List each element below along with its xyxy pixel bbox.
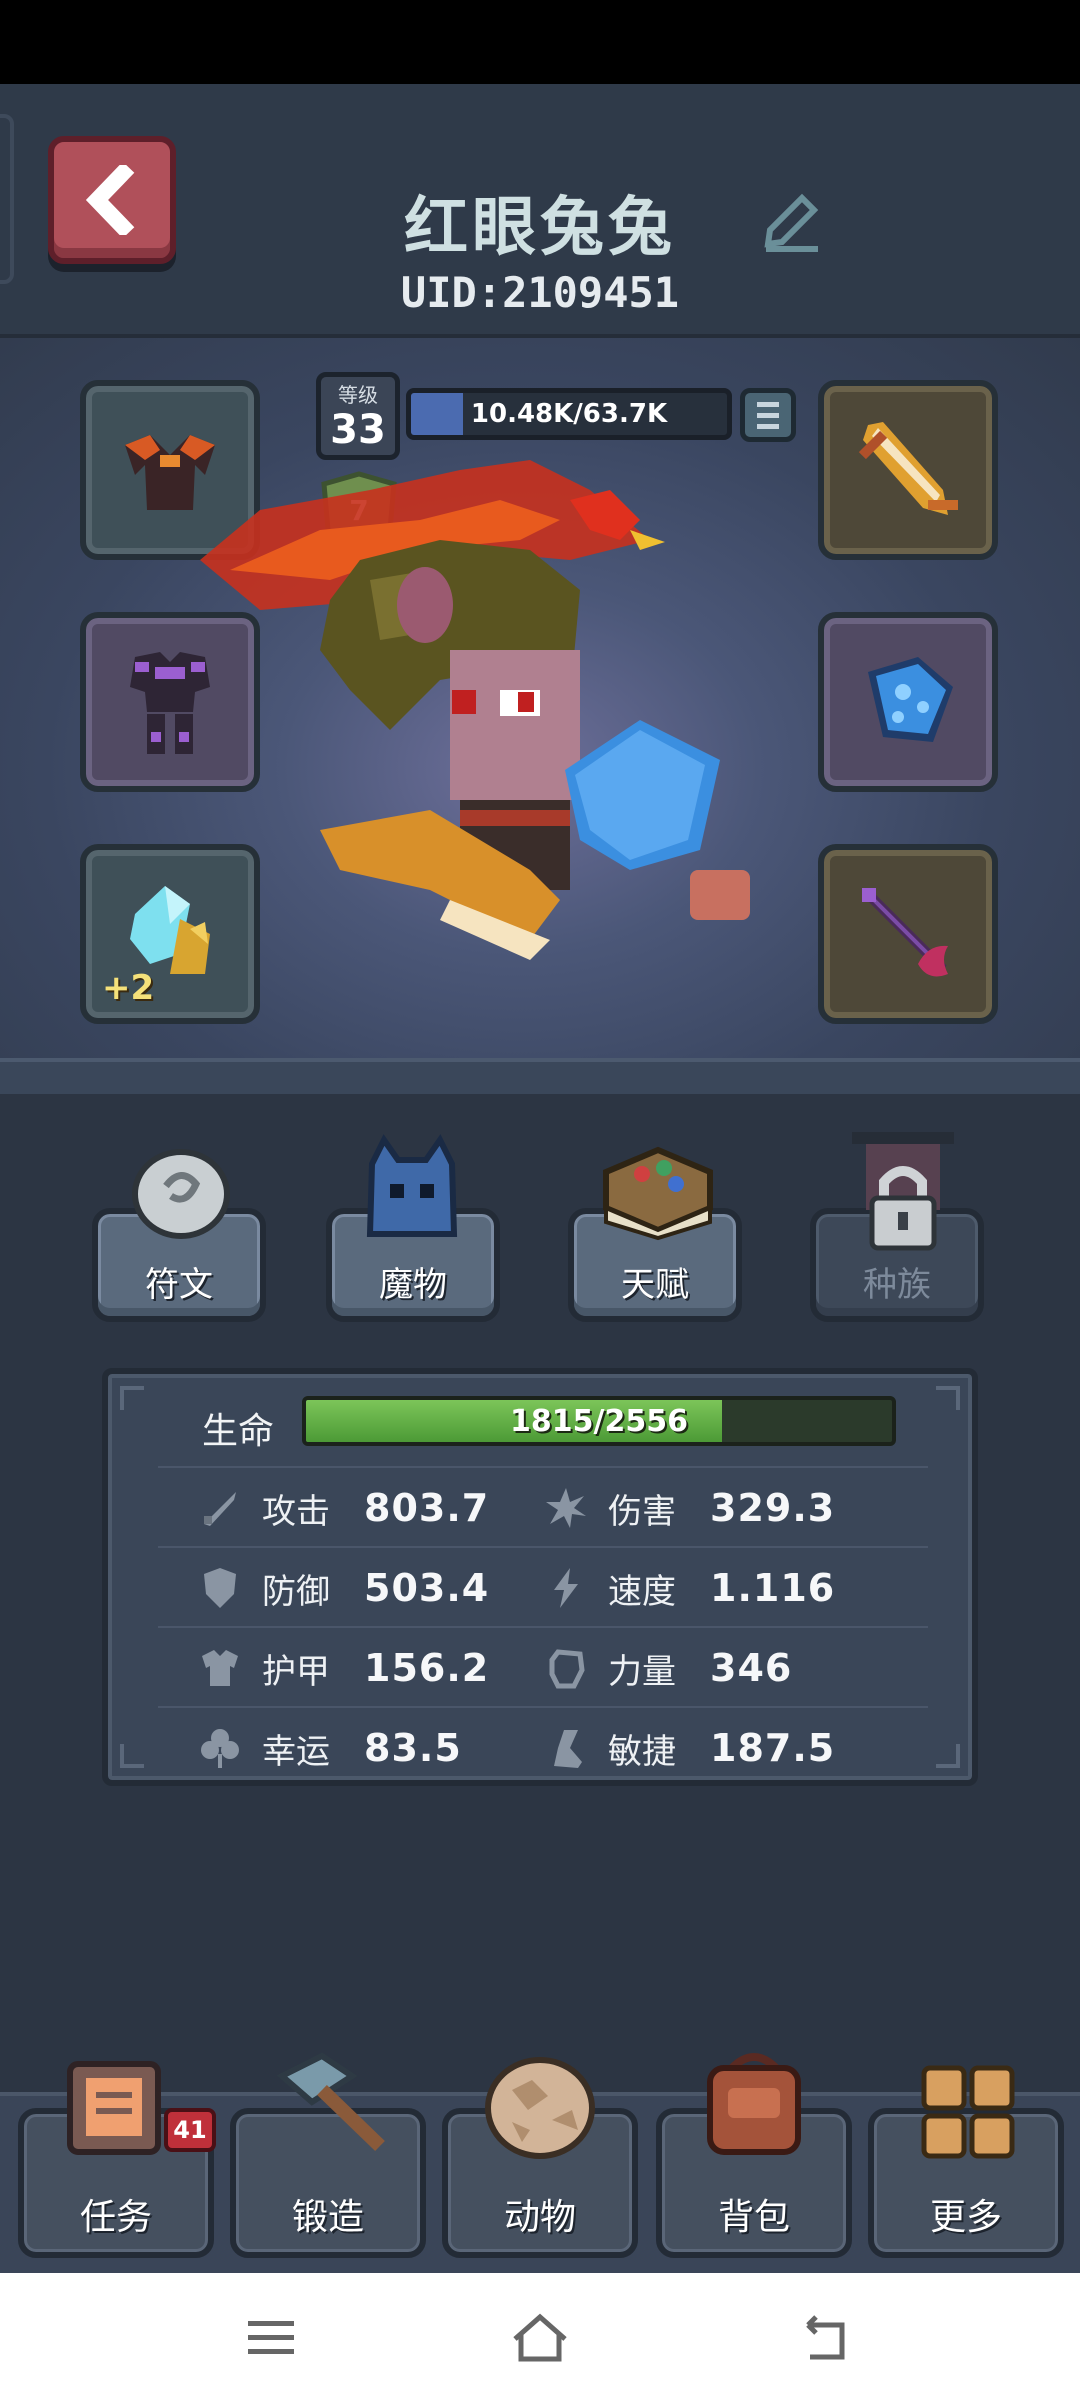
talent-book-icon <box>603 1146 713 1241</box>
stat-agility: 敏捷 187.5 <box>544 1718 835 1778</box>
shield-icon <box>204 1568 236 1608</box>
sword-icon <box>204 1492 236 1526</box>
tab-race-label: 种族 <box>863 1265 931 1305</box>
stat-luck-value: 83.5 <box>364 1726 462 1770</box>
egg-icon <box>485 2057 595 2159</box>
panel-corner <box>120 1386 144 1410</box>
enhance-level: +2 <box>102 968 155 1008</box>
player-character-sprite <box>200 460 750 960</box>
stat-strength-name: 力量 <box>608 1651 676 1692</box>
stat-armor-value: 156.2 <box>364 1646 490 1690</box>
quest-count-badge: 41 <box>164 2108 216 2152</box>
lock-icon <box>852 1132 954 1251</box>
stat-defense: 防御 503.4 <box>198 1558 489 1618</box>
lightning-icon <box>554 1568 578 1608</box>
divider <box>158 1466 928 1468</box>
hp-label: 生命 <box>202 1411 275 1452</box>
panel-corner <box>120 1744 144 1768</box>
menu-icon[interactable] <box>236 2303 306 2373</box>
armor-icon <box>202 1650 238 1686</box>
level-label: 等级 <box>338 383 378 407</box>
list-icon <box>757 401 779 407</box>
edit-name-icon[interactable] <box>756 184 826 254</box>
stat-damage-name: 伤害 <box>608 1491 676 1532</box>
stat-agility-value: 187.5 <box>710 1726 836 1770</box>
hp-bar: 1815/2556 <box>302 1396 896 1446</box>
backpack-icon <box>707 2053 801 2155</box>
panel-corner <box>936 1386 960 1410</box>
clover-icon <box>201 1729 239 1768</box>
monster-icon <box>366 1134 458 1237</box>
profile-header: 红眼兔兔 UID:2109451 <box>0 84 1080 334</box>
stat-attack-name: 攻击 <box>262 1491 330 1532</box>
equip-slot-weapon[interactable] <box>818 380 998 560</box>
nav-quests-label: 任务 <box>79 2197 152 2238</box>
status-bar <box>0 0 1080 84</box>
player-uid: UID:2109451 <box>400 268 680 317</box>
stat-agility-name: 敏捷 <box>608 1731 676 1772</box>
panel-corner <box>936 1744 960 1768</box>
stat-damage-value: 329.3 <box>710 1486 836 1530</box>
stat-armor: 护甲 156.2 <box>198 1638 489 1698</box>
back-icon[interactable] <box>790 2303 860 2373</box>
list-icon <box>757 412 779 418</box>
stat-armor-name: 护甲 <box>262 1651 330 1692</box>
stats-panel: 生命 1815/2556 攻击 803.7 伤害 329.3 防御 503.4 … <box>102 1368 978 1786</box>
stat-defense-value: 503.4 <box>364 1566 490 1610</box>
golden-sword-icon <box>858 422 958 515</box>
stat-defense-name: 防御 <box>262 1571 330 1612</box>
quest-board-icon <box>67 2061 161 2155</box>
boot-icon <box>554 1730 582 1768</box>
rune-stone-icon <box>132 1149 230 1239</box>
home-icon[interactable] <box>505 2303 575 2373</box>
blue-shield-icon <box>868 657 953 742</box>
bottom-navigation: 任务 锻造 动物 背包 更多 <box>0 2052 1080 2274</box>
equip-slot-trinket[interactable] <box>818 844 998 1024</box>
stat-attack: 攻击 803.7 <box>198 1478 489 1538</box>
hp-text: 1815/2556 <box>510 1403 688 1439</box>
nav-forge-label: 锻造 <box>291 2197 364 2238</box>
player-name: 红眼兔兔 <box>404 191 676 265</box>
feature-tabs: 符文 魔物 天赋 种族 <box>0 1130 1080 1340</box>
stat-damage: 伤害 329.3 <box>544 1478 835 1538</box>
nav-backpack-label: 背包 <box>717 2197 790 2238</box>
stat-strength: 力量 346 <box>544 1638 792 1698</box>
stat-luck-name: 幸运 <box>262 1731 330 1772</box>
stat-strength-value: 346 <box>710 1646 793 1690</box>
equip-slot-offhand[interactable] <box>818 612 998 792</box>
divider <box>158 1546 928 1548</box>
divider <box>158 1626 928 1628</box>
fist-icon <box>549 1649 585 1689</box>
hammer-icon <box>276 2052 385 2152</box>
tab-runes-label: 符文 <box>145 1265 213 1305</box>
burst-icon <box>546 1488 586 1528</box>
nav-animals-label: 动物 <box>503 2197 576 2238</box>
system-nav-bar <box>0 2273 1080 2400</box>
stat-attack-value: 803.7 <box>364 1486 490 1530</box>
stat-speed-value: 1.116 <box>710 1566 836 1610</box>
grid-icon <box>921 2065 1015 2159</box>
tab-talents-label: 天赋 <box>621 1265 689 1305</box>
divider <box>158 1706 928 1708</box>
dark-scythe-icon <box>862 888 948 977</box>
tab-monsters-label: 魔物 <box>379 1265 447 1305</box>
stat-speed: 速度 1.116 <box>544 1558 835 1618</box>
xp-text: 10.48K/63.7K <box>470 399 668 429</box>
nav-more-label: 更多 <box>929 2197 1002 2238</box>
list-icon <box>757 423 779 429</box>
stat-luck: 幸运 83.5 <box>198 1718 462 1778</box>
stat-speed-name: 速度 <box>608 1571 676 1612</box>
